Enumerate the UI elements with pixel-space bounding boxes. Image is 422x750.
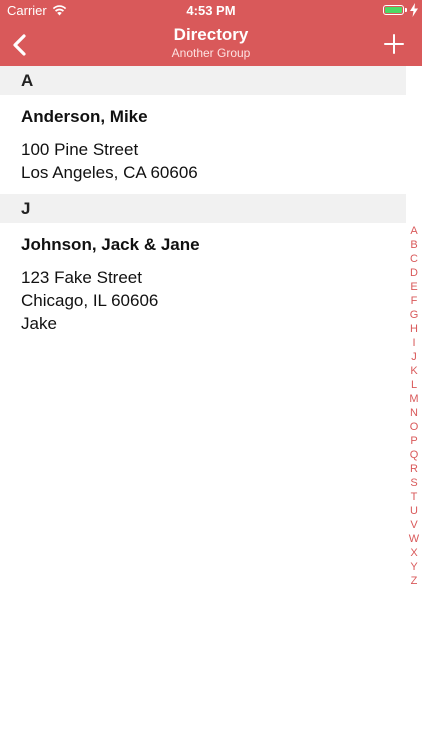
section-header-j: J (0, 194, 406, 223)
index-letter-n[interactable]: N (406, 406, 422, 420)
index-letter-a[interactable]: A (406, 224, 422, 238)
index-letter-u[interactable]: U (406, 504, 422, 518)
address-line: 100 Pine Street (21, 140, 139, 159)
navigation-bar: Directory Another Group (0, 22, 422, 66)
list-item[interactable]: Johnson, Jack & Jane 123 Fake Street Chi… (21, 233, 381, 335)
index-letter-f[interactable]: F (406, 294, 422, 308)
index-letter-d[interactable]: D (406, 266, 422, 280)
plus-icon (384, 34, 404, 54)
index-letter-w[interactable]: W (406, 532, 422, 546)
page-title: Directory (173, 25, 249, 44)
index-letter-s[interactable]: S (406, 476, 422, 490)
index-letter-x[interactable]: X (406, 546, 422, 560)
contact-name: Anderson, Mike (21, 107, 148, 126)
index-letter-c[interactable]: C (406, 252, 422, 266)
clock: 4:53 PM (186, 3, 236, 18)
index-letter-m[interactable]: M (406, 392, 422, 406)
address-line: Chicago, IL 60606 (21, 291, 159, 310)
index-letter-t[interactable]: T (406, 490, 422, 504)
index-letter-l[interactable]: L (406, 378, 422, 392)
charging-bolt-icon (410, 3, 418, 17)
section-header-a: A (0, 66, 406, 95)
index-letter-h[interactable]: H (406, 322, 422, 336)
index-letter-p[interactable]: P (406, 434, 422, 448)
index-letter-b[interactable]: B (406, 238, 422, 252)
index-letter-q[interactable]: Q (406, 448, 422, 462)
status-bar: Carrier 4:53 PM (0, 0, 422, 22)
contact-name: Johnson, Jack & Jane (21, 235, 200, 254)
index-letter-v[interactable]: V (406, 518, 422, 532)
nickname-line: Jake (21, 314, 57, 333)
add-button[interactable] (378, 28, 410, 60)
battery-icon (383, 5, 404, 15)
address-line: 123 Fake Street (21, 268, 142, 287)
battery-level (385, 7, 402, 13)
list-item[interactable]: Anderson, Mike 100 Pine Street Los Angel… (21, 105, 381, 184)
address-line: Los Angeles, CA 60606 (21, 163, 198, 182)
index-letter-k[interactable]: K (406, 364, 422, 378)
index-letter-i[interactable]: I (406, 336, 422, 350)
page-subtitle: Another Group (171, 46, 251, 60)
index-letter-o[interactable]: O (406, 420, 422, 434)
app-header: Carrier 4:53 PM Directory Another Group (0, 0, 422, 66)
index-letter-y[interactable]: Y (406, 560, 422, 574)
index-letter-j[interactable]: J (406, 350, 422, 364)
index-letter-r[interactable]: R (406, 462, 422, 476)
alphabet-index[interactable]: ABCDEFGHIJKLMNOPQRSTUVWXYZ (406, 224, 422, 588)
index-letter-z[interactable]: Z (406, 574, 422, 588)
index-letter-g[interactable]: G (406, 308, 422, 322)
battery-cap (405, 8, 407, 12)
index-letter-e[interactable]: E (406, 280, 422, 294)
